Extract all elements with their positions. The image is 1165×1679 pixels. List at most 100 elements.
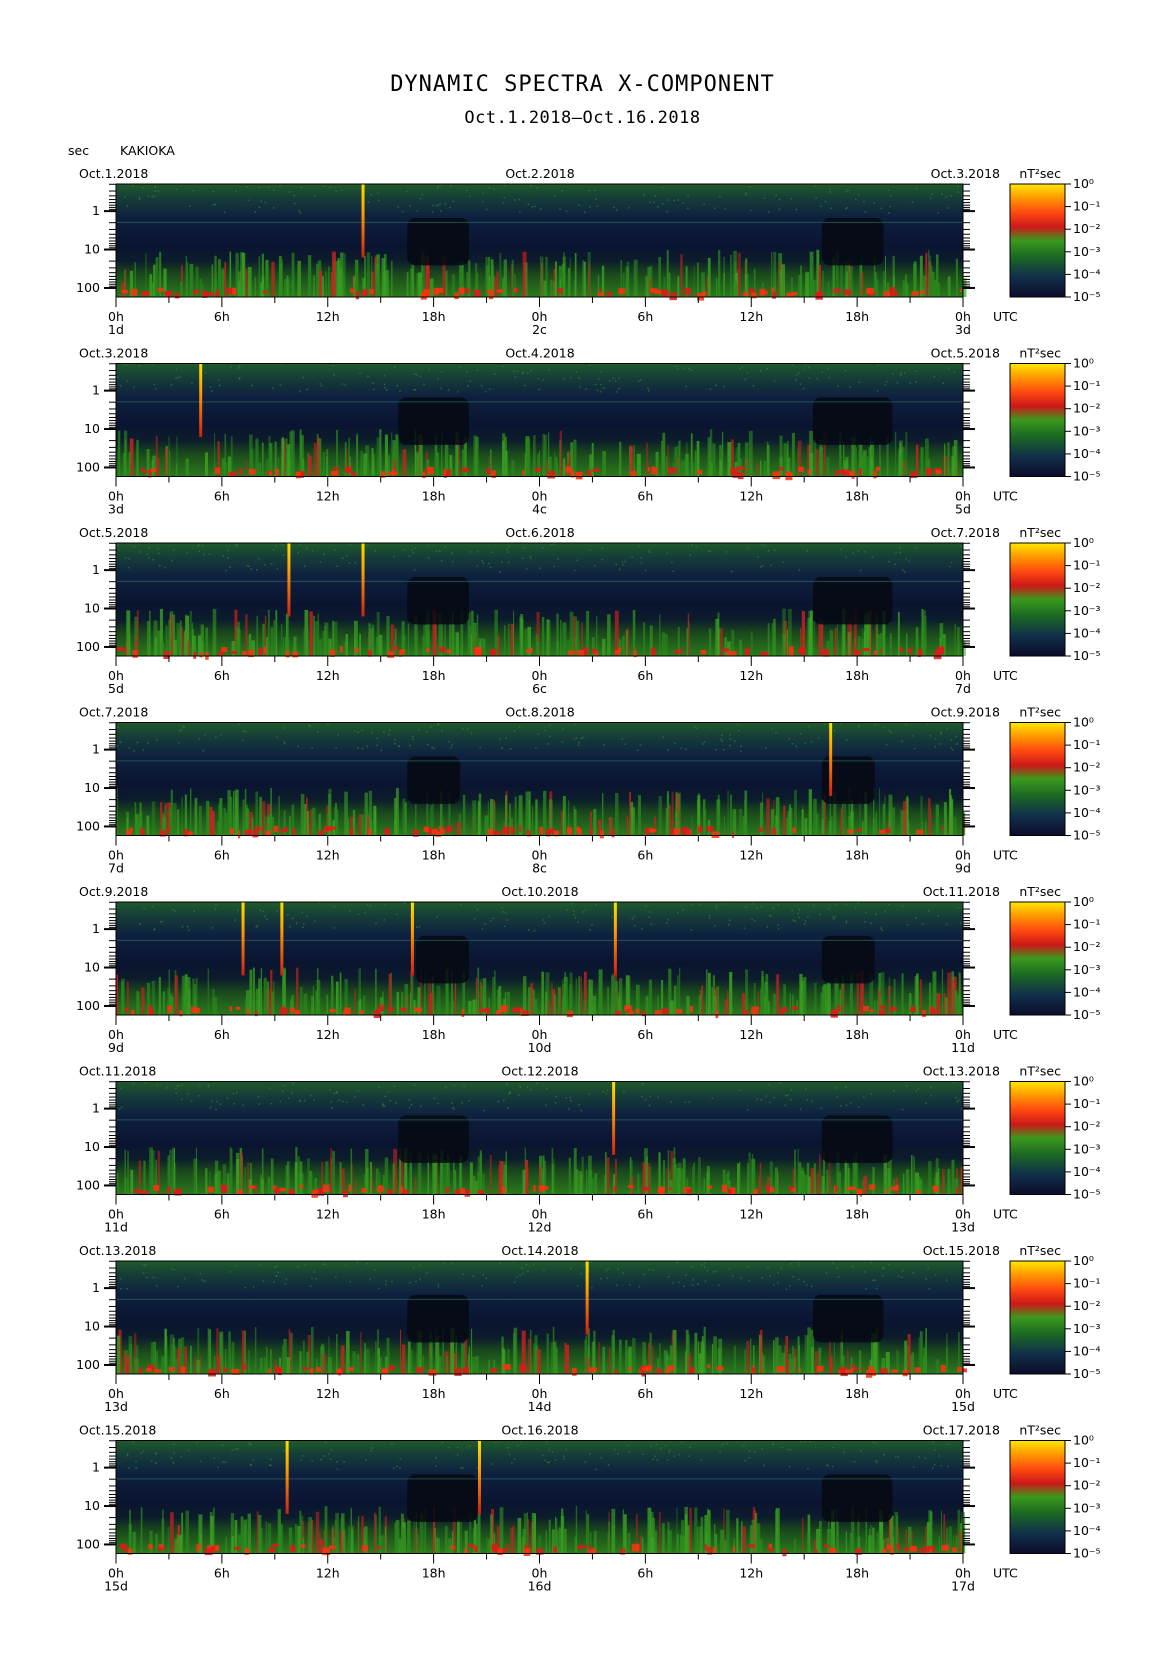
day-label-right: 15d: [951, 1399, 975, 1414]
colorbar-tick-label: 10⁻⁴: [1073, 984, 1101, 999]
date-mid: Oct.4.2018: [505, 346, 574, 361]
event-spike: [829, 722, 833, 796]
x-tick-label: 6h: [637, 309, 653, 324]
x-tick-label: 18h: [422, 848, 446, 863]
x-tick-label: 18h: [422, 489, 446, 504]
date-left: Oct.1.2018: [79, 166, 148, 181]
quiet-region: [821, 935, 875, 984]
panel-7: Oct.13.2018 Oct.14.2018 Oct.15.20181101000…: [76, 1243, 1100, 1414]
colorbar-tick-label: 10⁻²: [1073, 1119, 1101, 1134]
colorbar-tick-label: 10⁻¹: [1073, 199, 1101, 214]
date-right: Oct.7.2018: [931, 525, 1000, 540]
colorbar-tick-label: 10⁻³: [1073, 962, 1101, 977]
colorbar-tick-label: 10⁻²: [1073, 939, 1101, 954]
quiet-region: [407, 1474, 478, 1522]
event-spike: [410, 902, 414, 976]
day-label-right: 17d: [951, 1579, 975, 1594]
y-tick-label: 1: [92, 562, 100, 577]
colorbar-unit: nT²sec: [1019, 884, 1061, 899]
colorbar-tick-label: 10⁻²: [1073, 401, 1101, 416]
event-spike: [478, 1440, 482, 1514]
quiet-region: [813, 397, 893, 445]
colorbar-unit: nT²sec: [1019, 705, 1061, 720]
panel-3: Oct.5.2018 Oct.6.2018 Oct.7.20181101000h 6h…: [76, 525, 1100, 696]
y-tick-label: 1: [92, 203, 100, 218]
y-tick-label: 100: [76, 280, 100, 295]
day-label-left: 13d: [104, 1399, 128, 1414]
y-tick-label: 100: [76, 818, 100, 833]
panel-6: Oct.11.2018 Oct.12.2018 Oct.13.20181101000…: [76, 1064, 1100, 1235]
day-label-mid: 4c: [532, 502, 547, 517]
date-mid: Oct.6.2018: [505, 525, 574, 540]
date-right: Oct.13.2018: [923, 1064, 1000, 1079]
x-tick-label: 18h: [845, 668, 869, 683]
date-mid: Oct.14.2018: [501, 1243, 578, 1258]
colorbar-tick-label: 10⁻³: [1073, 1321, 1101, 1336]
y-tick-label: 100: [76, 1536, 100, 1551]
x-tick-label: 18h: [422, 1207, 446, 1222]
colorbar-tick-label: 10⁰: [1073, 176, 1094, 191]
colorbar-unit: nT²sec: [1019, 1423, 1061, 1438]
x-unit-label: UTC: [993, 668, 1018, 683]
panel-5: Oct.9.2018 Oct.10.2018 Oct.11.20181101000h…: [76, 884, 1100, 1055]
colorbar-tick-label: 10⁻³: [1073, 782, 1101, 797]
colorbar-tick-label: 10⁻¹: [1073, 1455, 1101, 1470]
x-tick-label: 18h: [845, 1386, 869, 1401]
y-tick-label: 100: [76, 998, 100, 1013]
colorbar-tick-label: 10⁻¹: [1073, 917, 1101, 932]
quiet-region: [407, 576, 469, 625]
panel-8: Oct.15.2018 Oct.16.2018 Oct.17.20181101000…: [76, 1423, 1100, 1594]
day-label-left: 5d: [108, 681, 124, 696]
colorbar-tick-label: 10⁰: [1073, 1253, 1094, 1268]
day-label-left: 1d: [108, 322, 124, 337]
y-tick-label: 10: [84, 1498, 100, 1513]
day-label-mid: 12d: [528, 1220, 552, 1235]
x-tick-label: 12h: [316, 1566, 340, 1581]
day-label-mid: 16d: [528, 1579, 552, 1594]
x-tick-label: 6h: [637, 668, 653, 683]
x-tick-label: 6h: [214, 1566, 230, 1581]
day-label-mid: 8c: [532, 861, 547, 876]
date-left: Oct.3.2018: [79, 346, 148, 361]
day-label-right: 11d: [951, 1040, 975, 1055]
y-tick-label: 10: [84, 1139, 100, 1154]
colorbar-tick-label: 10⁻³: [1073, 603, 1101, 618]
colorbar-tick-label: 10⁻⁵: [1073, 1366, 1101, 1381]
colorbar-tick-label: 10⁻²: [1073, 760, 1101, 775]
day-label-right: 13d: [951, 1220, 975, 1235]
date-left: Oct.11.2018: [79, 1064, 156, 1079]
quiet-region: [407, 756, 461, 804]
colorbar-tick-label: 10⁻²: [1073, 580, 1101, 595]
event-spike: [613, 902, 617, 976]
x-tick-label: 12h: [739, 668, 763, 683]
day-label-right: 9d: [955, 861, 971, 876]
event-spike: [585, 1261, 589, 1335]
date-mid: Oct.2.2018: [505, 166, 574, 181]
event-spike: [361, 184, 365, 258]
y-tick-label: 10: [84, 780, 100, 795]
date-left: Oct.7.2018: [79, 705, 148, 720]
station-label: KAKIOKA: [120, 143, 175, 158]
x-unit-label: UTC: [993, 1027, 1018, 1042]
date-right: Oct.17.2018: [923, 1423, 1000, 1438]
colorbar: [1009, 1440, 1066, 1554]
colorbar: [1009, 1081, 1066, 1195]
x-unit-label: UTC: [993, 309, 1018, 324]
y-tick-label: 1: [92, 1460, 100, 1475]
day-label-mid: 6c: [532, 681, 547, 696]
y-tick-label: 10: [84, 1319, 100, 1334]
colorbar-tick-label: 10⁻⁵: [1073, 648, 1101, 663]
x-tick-label: 18h: [422, 1566, 446, 1581]
date-mid: Oct.8.2018: [505, 705, 574, 720]
colorbar-tick-label: 10⁻⁴: [1073, 266, 1101, 281]
x-tick-label: 12h: [316, 1027, 340, 1042]
x-tick-label: 18h: [422, 1027, 446, 1042]
day-label-left: 11d: [104, 1220, 128, 1235]
y-tick-label: 100: [76, 1177, 100, 1192]
panel-2: Oct.3.2018 Oct.4.2018 Oct.5.20181101000h 6h…: [76, 346, 1100, 517]
y-tick-label: 1: [92, 383, 100, 398]
x-tick-label: 6h: [214, 1207, 230, 1222]
colorbar-tick-label: 10⁰: [1073, 1074, 1094, 1089]
day-label-left: 15d: [104, 1579, 128, 1594]
x-tick-label: 6h: [637, 1027, 653, 1042]
